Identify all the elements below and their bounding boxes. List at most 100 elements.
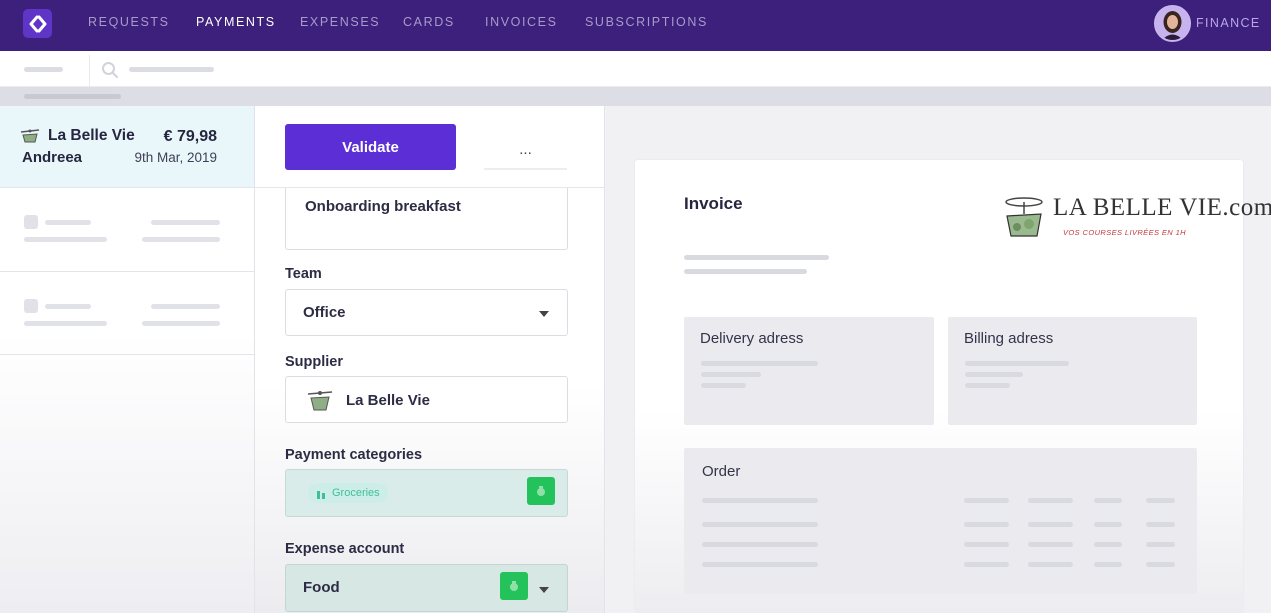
placeholder-line xyxy=(964,562,1009,567)
category-icon xyxy=(527,477,555,505)
placeholder-line xyxy=(702,542,818,547)
supplier-logo: LA BELLE VIE.com VOS COURSES LIVRÉES EN … xyxy=(997,192,1271,244)
placeholder-line xyxy=(965,372,1023,377)
logo-tagline: VOS COURSES LIVRÉES EN 1H xyxy=(1063,228,1186,237)
placeholder-square xyxy=(24,299,38,313)
placeholder-square xyxy=(24,215,38,229)
category-tag-label: Groceries xyxy=(332,487,380,499)
nav-subscriptions[interactable]: SUBSCRIPTIONS xyxy=(585,15,708,29)
placeholder-line xyxy=(702,522,818,527)
filter-bar xyxy=(0,87,1271,106)
placeholder-line xyxy=(45,220,91,225)
placeholder-line xyxy=(964,498,1009,503)
placeholder-line xyxy=(1094,498,1122,503)
placeholder-line xyxy=(45,304,91,309)
more-actions-button[interactable]: ... xyxy=(484,130,567,170)
payment-form: Validate ... Onboarding breakfast Team O… xyxy=(255,106,605,613)
placeholder-line xyxy=(1028,562,1073,567)
expense-account-label: Expense account xyxy=(285,541,405,557)
form-actions: Validate ... xyxy=(255,106,604,188)
nav-payments[interactable]: PAYMENTS xyxy=(196,15,276,29)
placeholder-line xyxy=(1094,562,1122,567)
delivery-address-title: Delivery adress xyxy=(700,330,804,347)
search-placeholder[interactable] xyxy=(129,67,214,72)
placeholder-line xyxy=(1028,522,1073,527)
payment-user: Andreea xyxy=(22,149,83,166)
placeholder-line xyxy=(142,321,220,326)
billing-address-title: Billing adress xyxy=(964,330,1054,347)
placeholder-line xyxy=(964,542,1009,547)
placeholder-line xyxy=(1028,542,1073,547)
placeholder-line xyxy=(24,237,107,242)
user-avatar[interactable] xyxy=(1154,5,1191,42)
placeholder-line xyxy=(151,304,220,309)
team-label: Team xyxy=(285,266,322,282)
placeholder-line xyxy=(24,321,107,326)
placeholder-line xyxy=(965,383,1010,388)
placeholder-line xyxy=(701,383,746,388)
team-value: Office xyxy=(303,304,346,321)
list-item-selected[interactable]: La Belle Vie € 79,98 Andreea 9th Mar, 20… xyxy=(0,106,254,188)
placeholder-line xyxy=(964,522,1009,527)
list-item[interactable] xyxy=(0,189,254,272)
delivery-address-box: Delivery adress xyxy=(684,317,934,425)
nav-expenses[interactable]: EXPENSES xyxy=(300,15,380,29)
placeholder-line xyxy=(965,361,1069,366)
billing-address-box: Billing adress xyxy=(948,317,1197,425)
order-title: Order xyxy=(702,463,741,480)
supplier-logo-icon xyxy=(1005,197,1043,237)
expense-account-select[interactable]: Food xyxy=(285,564,568,612)
placeholder-line xyxy=(24,67,63,72)
chevron-down-icon[interactable] xyxy=(539,311,549,317)
payment-categories-field[interactable]: Groceries xyxy=(285,469,568,517)
placeholder-line xyxy=(1028,498,1073,503)
divider xyxy=(89,55,90,87)
payment-amount: € 79,98 xyxy=(163,128,217,145)
placeholder-line xyxy=(684,255,829,260)
validate-button[interactable]: Validate xyxy=(285,124,456,170)
placeholder-line xyxy=(701,361,818,366)
nav-requests[interactable]: REQUESTS xyxy=(88,15,170,29)
supplier-label: Supplier xyxy=(285,354,344,370)
placeholder-line xyxy=(24,94,121,99)
invoice-title: Invoice xyxy=(684,194,743,213)
placeholder-line xyxy=(151,220,220,225)
logo-text: LA BELLE VIE.com xyxy=(1053,194,1271,221)
payments-list: La Belle Vie € 79,98 Andreea 9th Mar, 20… xyxy=(0,106,255,613)
description-field[interactable]: Onboarding breakfast xyxy=(285,188,568,250)
invoice-document: Invoice LA BELLE VIE.com VOS COURSES LIV… xyxy=(635,160,1271,613)
order-box: Order xyxy=(684,448,1197,594)
team-select[interactable]: Office xyxy=(285,289,568,336)
search-icon[interactable] xyxy=(101,61,119,79)
placeholder-line xyxy=(1146,562,1175,567)
nav-invoices[interactable]: INVOICES xyxy=(485,15,558,29)
placeholder-line xyxy=(1146,542,1175,547)
supplier-select[interactable]: La Belle Vie xyxy=(285,376,568,423)
placeholder-line xyxy=(1146,522,1175,527)
expense-account-value: Food xyxy=(303,579,340,596)
app-logo-icon[interactable] xyxy=(23,9,52,38)
placeholder-line xyxy=(684,269,807,274)
nav-cards[interactable]: CARDS xyxy=(403,15,455,29)
role-label[interactable]: FINANCE xyxy=(1196,16,1261,30)
supplier-value: La Belle Vie xyxy=(346,392,430,409)
supplier-name: La Belle Vie xyxy=(48,127,135,144)
placeholder-line xyxy=(142,237,220,242)
expense-icon xyxy=(500,572,528,600)
list-item[interactable] xyxy=(0,272,254,355)
toolbar xyxy=(0,51,1271,87)
placeholder-line xyxy=(702,562,818,567)
placeholder-line xyxy=(702,498,818,503)
chevron-down-icon[interactable] xyxy=(539,587,549,593)
supplier-logo-icon xyxy=(20,129,40,143)
placeholder-line xyxy=(1094,522,1122,527)
groceries-icon xyxy=(316,487,326,499)
payment-categories-label: Payment categories xyxy=(285,447,423,463)
placeholder-line xyxy=(1146,498,1175,503)
category-tag[interactable]: Groceries xyxy=(308,483,388,503)
description-value: Onboarding breakfast xyxy=(305,198,461,215)
placeholder-line xyxy=(1094,542,1122,547)
supplier-logo-icon xyxy=(307,391,333,411)
top-navigation: REQUESTS PAYMENTS EXPENSES CARDS INVOICE… xyxy=(0,0,1271,51)
placeholder-line xyxy=(701,372,761,377)
